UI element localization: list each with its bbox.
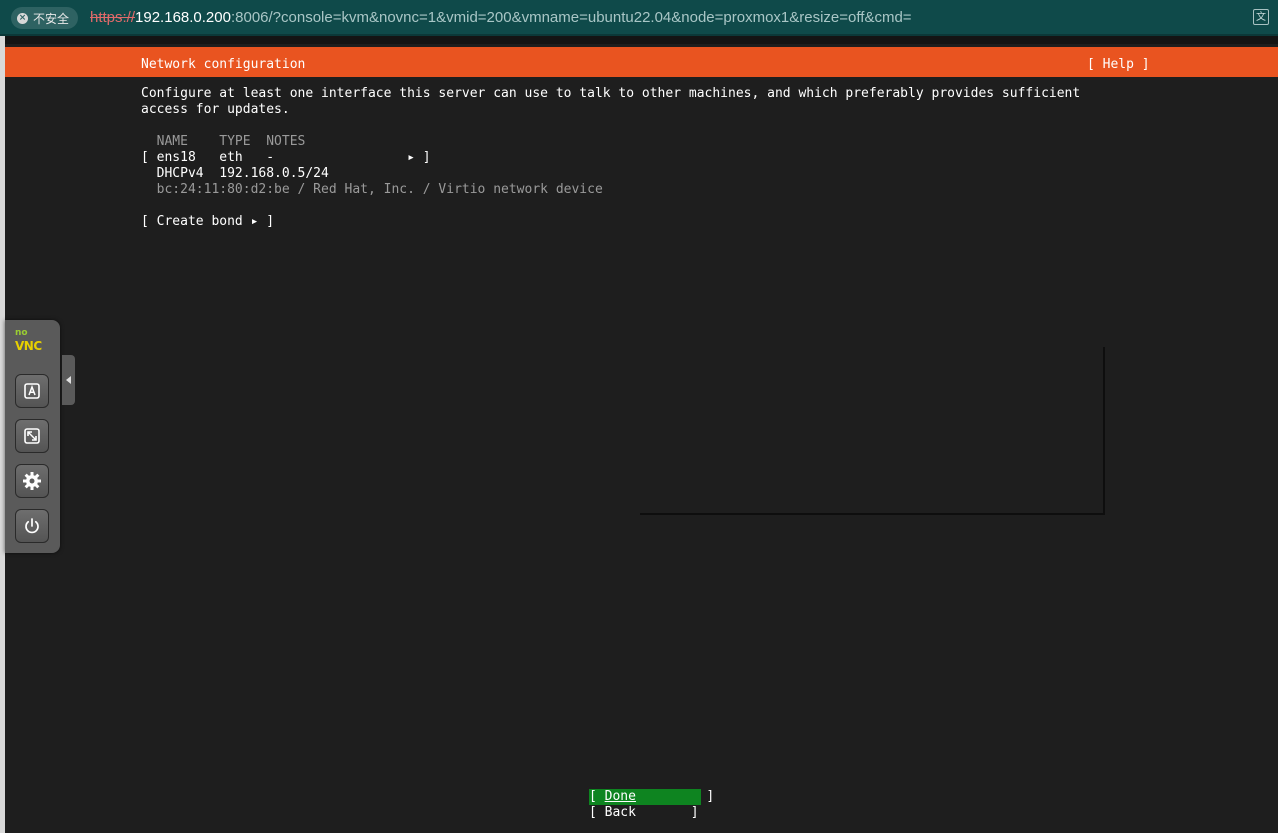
interface-table-header: NAME TYPE NOTES (141, 134, 306, 149)
logo-vnc-text: VNC (15, 339, 42, 353)
create-bond-button[interactable]: [ Create bond ▸ ] (141, 214, 274, 230)
url-scheme: https:// (90, 9, 136, 26)
security-label: 不安全 (33, 11, 70, 26)
console-top-gap (5, 36, 1278, 44)
security-indicator[interactable]: × 不安全 (11, 7, 79, 29)
url-field[interactable]: https://192.168.0.200:8006/?console=kvm&… (90, 9, 912, 26)
translate-icon[interactable]: 文 (1253, 9, 1269, 25)
novnc-control-bar: no VNC (5, 320, 60, 553)
url-host: 192.168.0.200 (135, 9, 231, 26)
power-button[interactable] (15, 509, 49, 543)
done-open: [ (589, 789, 605, 804)
power-icon (25, 518, 39, 534)
ghost-frame-artifact (640, 347, 1105, 515)
back-button[interactable]: [ Back ] (589, 805, 701, 821)
logo-no-text: no (15, 328, 28, 338)
novnc-logo: no VNC (15, 328, 51, 353)
settings-gear-icon (23, 472, 41, 490)
interface-dhcp-row: DHCPv4 192.168.0.5/24 (141, 166, 329, 181)
page-title: Network configuration (141, 57, 306, 72)
intro-text-line-1: Configure at least one interface this se… (141, 86, 1081, 101)
control-bar-handle[interactable] (62, 355, 75, 405)
settings-button[interactable] (15, 464, 49, 498)
keyboard-icon (24, 383, 40, 399)
installer-header: Network configuration [ Help ] (5, 47, 1278, 77)
keyboard-button[interactable] (15, 374, 49, 408)
intro-text-line-2: access for updates. (141, 102, 290, 117)
done-button[interactable]: [ Done ] (589, 789, 714, 805)
fullscreen-icon (24, 428, 40, 444)
interface-row-ens18[interactable]: [ ens18 eth - ▸ ] (141, 150, 431, 166)
browser-address-bar: × 不安全 https://192.168.0.200:8006/?consol… (0, 0, 1278, 36)
vnc-console-screen[interactable]: Network configuration [ Help ] Configure… (5, 44, 1278, 833)
url-path: :8006/?console=kvm&novnc=1&vmid=200&vmna… (230, 9, 912, 26)
collapse-arrow-icon (66, 376, 71, 384)
fullscreen-button[interactable] (15, 419, 49, 453)
interface-device-row: bc:24:11:80:d2:be / Red Hat, Inc. / Virt… (141, 182, 603, 197)
done-label: Done (604, 789, 636, 804)
done-close: ] (635, 789, 715, 804)
not-secure-icon: × (17, 12, 28, 24)
help-button[interactable]: [ Help ] (1087, 57, 1150, 72)
